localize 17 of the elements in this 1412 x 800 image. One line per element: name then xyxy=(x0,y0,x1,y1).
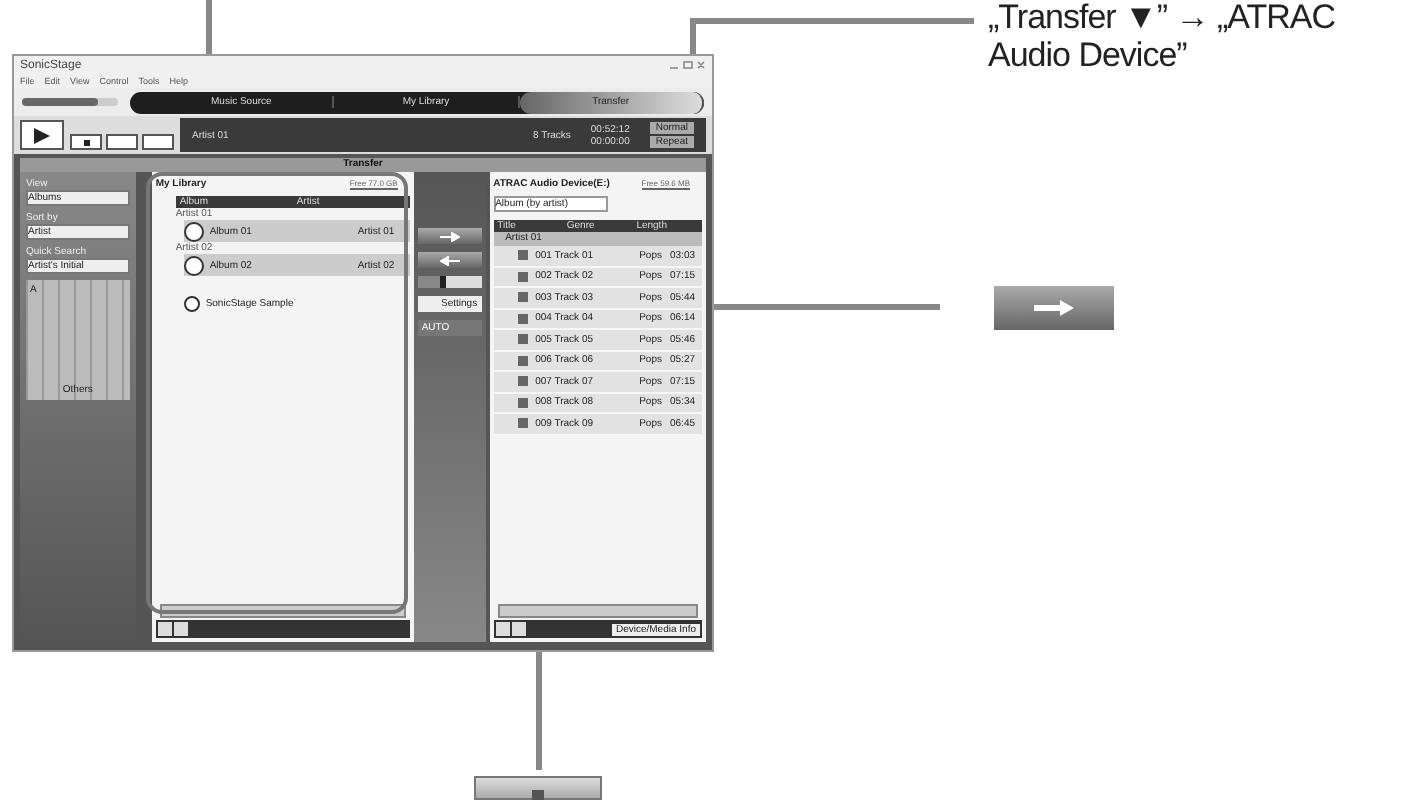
play-button[interactable] xyxy=(20,120,64,150)
volume-slider[interactable] xyxy=(22,98,118,106)
transfer-right-button[interactable] xyxy=(417,228,482,244)
sample-icon xyxy=(183,295,200,311)
album-icon xyxy=(183,221,204,241)
horizontal-scrollbar[interactable] xyxy=(497,604,698,618)
transfer-left-button[interactable] xyxy=(417,252,482,268)
left-arrow-icon xyxy=(439,255,460,265)
transfer-slider[interactable] xyxy=(417,276,482,288)
arrow-button-icon xyxy=(994,286,1114,330)
album-icon xyxy=(183,255,204,275)
right-arrow-icon xyxy=(439,231,460,241)
slider-button-icon xyxy=(474,776,602,800)
play-icon xyxy=(32,127,52,143)
stop-button-icon[interactable] xyxy=(70,134,102,150)
window-controls-icon[interactable] xyxy=(670,60,706,70)
callout-text: „Transfer ▼” → „ATRAC Audio Device” xyxy=(988,0,1337,74)
